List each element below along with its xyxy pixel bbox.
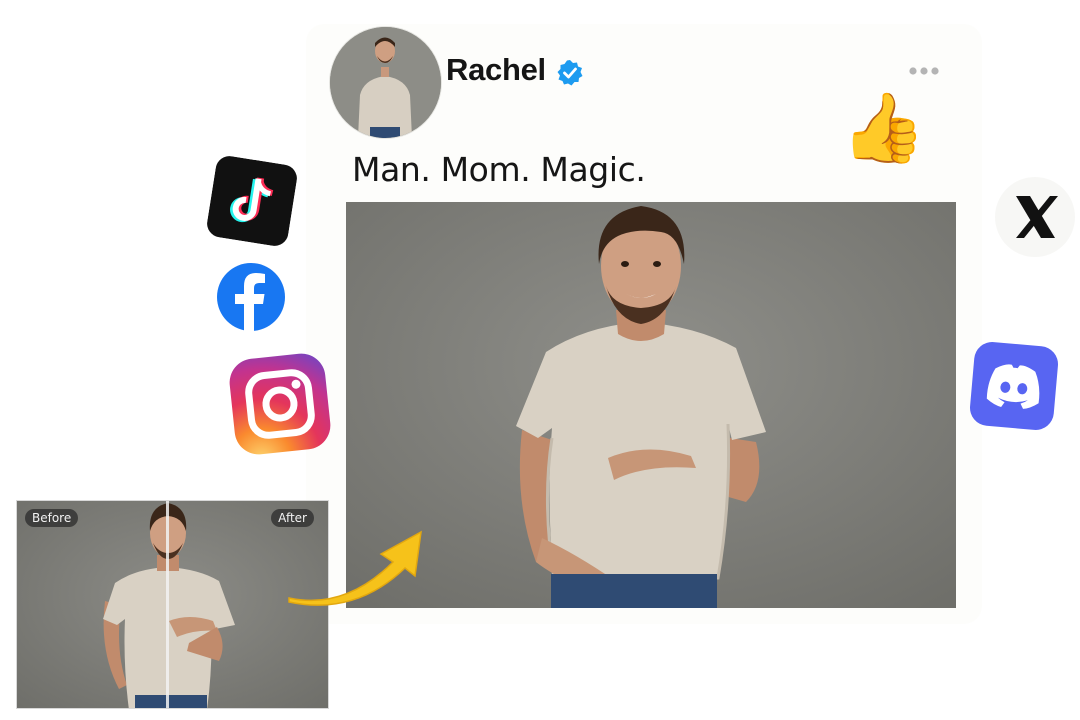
facebook-logo-icon[interactable]	[216, 262, 286, 332]
comparison-photo	[17, 501, 328, 708]
tiktok-logo-icon[interactable]	[205, 154, 299, 248]
avatar-photo	[330, 27, 441, 138]
x-logo-icon[interactable]	[994, 176, 1076, 258]
post-username[interactable]: Rachel	[446, 52, 546, 88]
after-label: After	[271, 509, 314, 527]
before-label: Before	[25, 509, 79, 527]
discord-logo-icon[interactable]	[964, 336, 1064, 436]
instagram-logo-icon[interactable]	[223, 347, 337, 461]
profile-avatar[interactable]	[330, 27, 441, 138]
post-caption: Man. Mom. Magic.	[352, 150, 646, 189]
curved-arrow-icon	[288, 530, 422, 606]
more-options-icon[interactable]	[906, 63, 942, 79]
thumbs-up-icon[interactable]: 👍	[841, 94, 926, 162]
post-image	[346, 202, 956, 608]
verified-badge-icon	[557, 60, 583, 86]
comparison-divider	[166, 501, 169, 708]
before-after-comparison[interactable]: Before After	[16, 500, 329, 709]
